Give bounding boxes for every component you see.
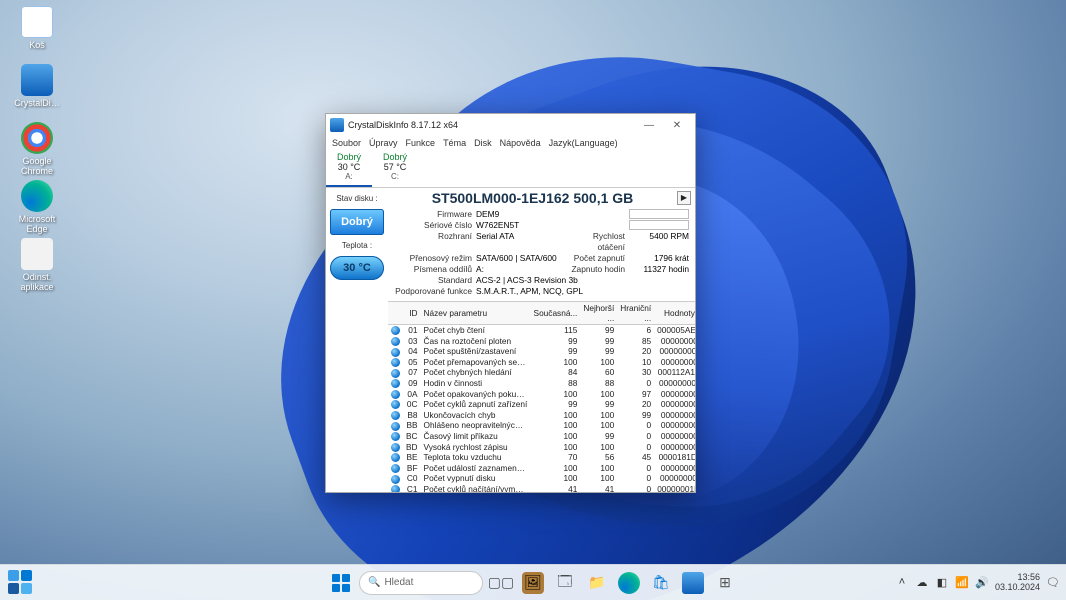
smart-row[interactable]: C0 Počet vypnutí disku 100 100 0 0000000… — [388, 473, 695, 484]
menubar: Soubor Úpravy Funkce Téma Disk Nápověda Jazyk(… — [326, 136, 695, 150]
smart-row[interactable]: BC Časový limit příkazu 100 99 0 0000000… — [388, 431, 695, 442]
smart-status-dot — [391, 369, 400, 378]
smart-row[interactable]: 05 Počet přemapovaných sektorů 100 100 1… — [388, 357, 695, 368]
edge-button[interactable] — [615, 569, 643, 597]
app-icon — [330, 118, 344, 132]
minimize-button[interactable]: — — [635, 116, 663, 134]
titlebar[interactable]: CrystalDiskInfo 8.17.12 x64 — ✕ — [326, 114, 695, 136]
menu-jazyklanguage[interactable]: Jazyk(Language) — [549, 138, 618, 148]
smart-status-dot — [391, 379, 400, 388]
widgets-button[interactable] — [8, 570, 32, 594]
smart-row[interactable]: 0C Počet cyklů zapnutí zařízení 99 99 20… — [388, 399, 695, 410]
smart-row[interactable]: B8 Ukončovacích chyb 100 100 99 00000000… — [388, 410, 695, 421]
file-explorer-button[interactable]: 📁 — [583, 569, 611, 597]
status-badge: Dobrý — [330, 209, 384, 235]
taskbar-app-3[interactable]: ⊞ — [711, 569, 739, 597]
menu-téma[interactable]: Téma — [443, 138, 466, 148]
disk-model: ST500LM000-1EJ162 500,1 GB — [392, 190, 673, 206]
wifi-icon[interactable]: 📶 — [955, 575, 969, 589]
cleanup-icon — [21, 238, 53, 270]
close-button[interactable]: ✕ — [663, 116, 691, 134]
smart-row[interactable]: BE Teplota toku vzduchu 70 56 45 0000181… — [388, 452, 695, 463]
store-button[interactable]: 🛍 — [647, 569, 675, 597]
smart-status-dot — [391, 348, 400, 357]
smart-status-dot — [391, 464, 400, 473]
smart-row[interactable]: 0A Počet opakovaných pokusů o roztočení … — [388, 389, 695, 400]
smart-status-dot — [391, 485, 400, 492]
crystaldiskinfo-taskbar[interactable] — [679, 569, 707, 597]
smart-row[interactable]: 09 Hodin v činnosti 88 88 0 000000002C3F — [388, 378, 695, 389]
next-disk-button[interactable]: ▶ — [677, 191, 691, 205]
tray-app-icon[interactable]: ◧ — [935, 575, 949, 589]
desktop-icon-edge[interactable]: Microsoft Edge — [6, 180, 68, 234]
start-button[interactable] — [327, 569, 355, 597]
edge-icon — [21, 180, 53, 212]
desktop-icon-chrome[interactable]: Google Chrome — [6, 122, 68, 176]
smart-row[interactable]: BB Ohlášeno neopravitelných chyb 100 100… — [388, 420, 695, 431]
menu-disk[interactable]: Disk — [474, 138, 492, 148]
clock[interactable]: 13:56 03.10.2024 — [995, 572, 1040, 592]
desktop-icon-recycle-bin[interactable]: Koš — [6, 6, 68, 60]
smart-row[interactable]: 04 Počet spuštění/zastavení 99 99 20 000… — [388, 346, 695, 357]
search-icon: 🔍 — [368, 577, 380, 588]
search-box[interactable]: 🔍 Hledat — [359, 571, 483, 595]
volume-icon[interactable]: 🔊 — [975, 575, 989, 589]
smart-row[interactable]: BD Vysoká rychlost zápisu 100 100 0 0000… — [388, 442, 695, 453]
disk-properties: Firmware DEM9 Sériové číslo W762EN5T Roz… — [388, 208, 695, 299]
system-tray: ˄ ☁ ◧ 📶 🔊 13:56 03.10.2024 🗨 — [895, 564, 1060, 600]
smart-row[interactable]: 01 Počet chyb čtení 115 99 6 000005AEEA8… — [388, 325, 695, 336]
onedrive-icon[interactable]: ☁ — [915, 575, 929, 589]
smart-status-dot — [391, 475, 400, 484]
menu-funkce[interactable]: Funkce — [406, 138, 436, 148]
taskbar-app-2[interactable]: 🗔 — [551, 569, 579, 597]
smart-status-dot — [391, 432, 400, 441]
temp-label: Teplota : — [342, 241, 372, 250]
smart-status-dot — [391, 443, 400, 452]
smart-status-dot — [391, 358, 400, 367]
chrome-icon — [21, 122, 53, 154]
smart-row[interactable]: 07 Počet chybných hledání 84 60 30 00011… — [388, 367, 695, 378]
desktop-icon-crystaldiskinfo[interactable]: CrystalDi… — [6, 64, 68, 118]
smart-status-dot — [391, 422, 400, 431]
smart-row[interactable]: BF Počet událostí zaznamenaných otřesový… — [388, 463, 695, 474]
menu-nápověda[interactable]: Nápověda — [500, 138, 541, 148]
smart-row[interactable]: C1 Počet cyklů načítání/vymazání 41 41 0… — [388, 484, 695, 492]
smart-status-dot — [391, 400, 400, 409]
smart-status-dot — [391, 453, 400, 462]
smart-status-dot — [391, 326, 400, 335]
tray-chevron-icon[interactable]: ˄ — [895, 575, 909, 589]
smart-row[interactable]: 03 Čas na roztočení ploten 99 99 85 0000… — [388, 336, 695, 347]
disk-tab-1[interactable]: Dobrý 57 °C C: — [372, 150, 418, 187]
smart-status-dot — [391, 390, 400, 399]
status-label: Stav disku : — [336, 194, 377, 203]
recycle-bin-icon — [21, 6, 53, 38]
temp-badge: 30 °C — [330, 256, 384, 280]
crystaldiskinfo-window: CrystalDiskInfo 8.17.12 x64 — ✕ Soubor Úp… — [325, 113, 696, 493]
window-title: CrystalDiskInfo 8.17.12 x64 — [348, 120, 635, 130]
smart-table[interactable]: ID Název parametru Současná... Nejhorší … — [388, 301, 695, 492]
crystaldiskinfo-icon — [21, 64, 53, 96]
smart-status-dot — [391, 337, 400, 346]
taskbar-app-1[interactable]: 🖼 — [519, 569, 547, 597]
menu-soubor[interactable]: Soubor — [332, 138, 361, 148]
task-view-button[interactable]: ▢▢ — [487, 569, 515, 597]
menu-úpravy[interactable]: Úpravy — [369, 138, 398, 148]
notifications-icon[interactable]: 🗨 — [1046, 575, 1060, 589]
desktop-icon-cleanup[interactable]: Odinst. aplikace — [6, 238, 68, 292]
smart-status-dot — [391, 411, 400, 420]
disk-tab-0[interactable]: Dobrý 30 °C A: — [326, 150, 372, 187]
disks-tabs: Dobrý 30 °C A:Dobrý 57 °C C: — [326, 150, 695, 188]
